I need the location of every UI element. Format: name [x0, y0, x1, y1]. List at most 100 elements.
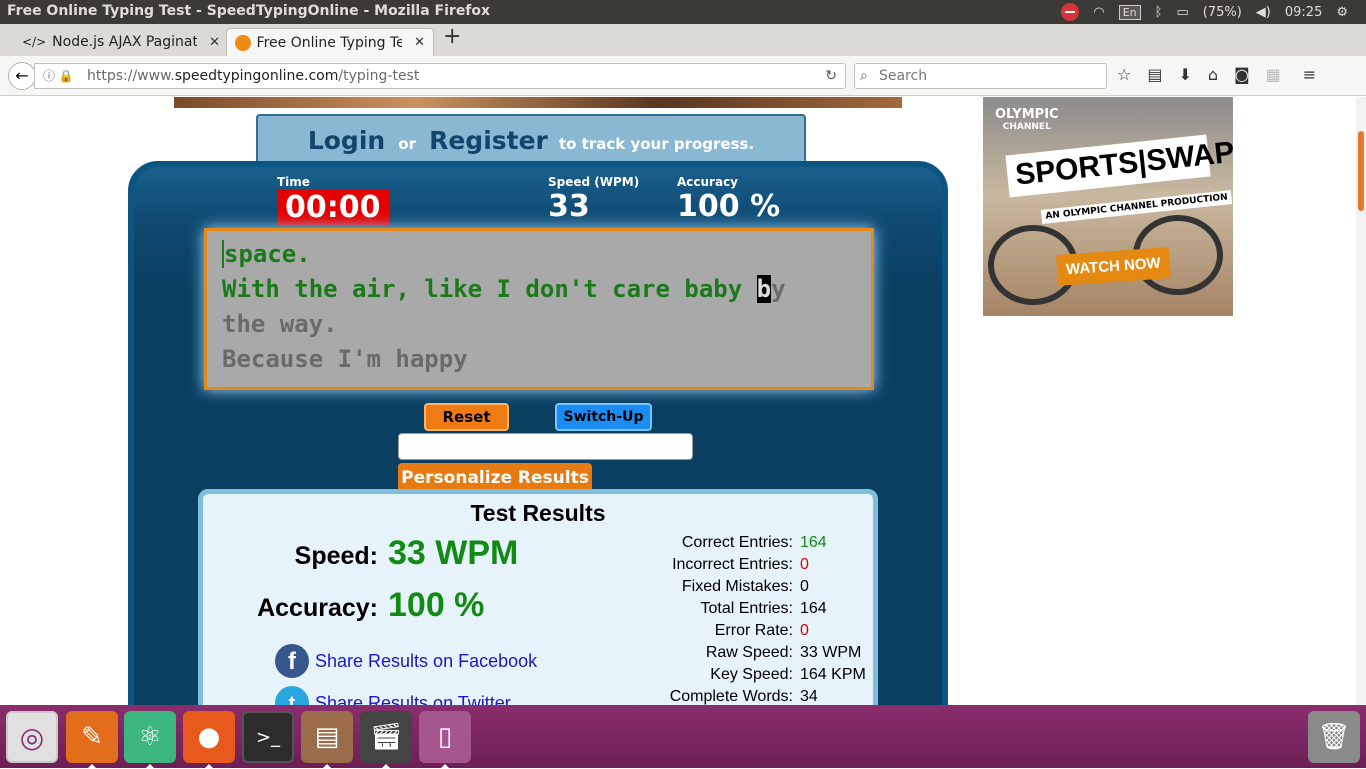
search-placeholder: Search	[879, 68, 928, 84]
current-character: b	[756, 275, 772, 303]
detail-value: 0	[800, 556, 809, 573]
detail-label: Key Speed:	[710, 666, 793, 683]
switch-up-button[interactable]: Switch-Up	[555, 403, 652, 431]
tab-label: Node.js AJAX Paginati	[52, 34, 198, 50]
language-indicator[interactable]: En	[1118, 4, 1141, 20]
bluetooth-icon[interactable]: ᛒ	[1155, 5, 1163, 20]
battery-percent: (75%)	[1202, 4, 1242, 20]
tab-label: Free Online Typing Tes	[256, 34, 403, 51]
files-icon[interactable]: ▤	[301, 711, 353, 769]
scrollbar-thumb[interactable]	[1358, 131, 1364, 211]
new-tab-icon[interactable]: +	[443, 24, 461, 49]
ubuntu-icon[interactable]: ◎	[6, 711, 58, 763]
results-detail-row: Complete Words: 34	[633, 688, 893, 705]
results-detail-row: Correct Entries: 164	[633, 534, 893, 556]
detail-label: Raw Speed:	[705, 644, 793, 661]
results-detail-row: Raw Speed: 33 WPM	[633, 644, 893, 666]
reading-list-icon[interactable]: ▤	[1147, 65, 1162, 84]
ad-brand: OLYMPIC CHANNEL	[995, 107, 1059, 132]
info-lock-icon[interactable]: ⓘ 🔒	[43, 64, 74, 88]
speed-result: Speed: 33 WPM	[203, 534, 519, 582]
accuracy-result-value: 100 %	[388, 586, 485, 624]
speed-result-label: Speed:	[294, 542, 378, 570]
test-results-box: Test Results Speed: 33 WPM Accuracy: 100…	[198, 489, 878, 705]
results-detail-row: Fixed Mistakes: 0	[633, 578, 893, 600]
tab-nodejs[interactable]: </> Node.js AJAX Paginati ✕	[14, 28, 228, 56]
detail-label: Correct Entries:	[681, 534, 793, 551]
url-text: https://www.speedtypingonline.com/typing…	[87, 68, 420, 84]
tab-bar: </> Node.js AJAX Paginati ✕ Free Online …	[0, 24, 1366, 56]
extension-icon[interactable]: ▦	[1266, 65, 1281, 84]
results-detail-row: Incorrect Entries: 0	[633, 556, 893, 578]
facebook-icon: f	[275, 644, 309, 678]
speed-label: Speed (WPM)	[548, 175, 640, 189]
detail-value: 34	[800, 688, 818, 705]
gear-icon[interactable]: ⚙	[1336, 5, 1348, 20]
navigation-bar: ← ⓘ 🔒 https://www.speedtypingonline.com/…	[0, 56, 1366, 96]
share-twitter-link[interactable]: t Share Results on Twitter	[275, 686, 511, 705]
speed-stat: Speed (WPM) 33	[548, 175, 639, 224]
web-page: Login or Register to track your progress…	[0, 97, 1356, 705]
remaining-text: y	[771, 275, 786, 303]
bookmark-star-icon[interactable]: ☆	[1117, 65, 1131, 84]
url-bar[interactable]: ⓘ 🔒 https://www.speedtypingonline.com/ty…	[34, 63, 846, 89]
progress-text: to track your progress.	[558, 135, 755, 153]
register-link[interactable]: Register	[429, 126, 548, 155]
usb-icon[interactable]: ▯	[419, 711, 471, 769]
accuracy-result: Accuracy: 100 %	[203, 586, 484, 634]
login-link[interactable]: Login	[308, 126, 385, 155]
detail-value: 0	[800, 622, 809, 639]
system-tray: ◠ En ᛒ ▭ (75%) ◀) 09:25 ⚙	[1061, 3, 1348, 21]
share-facebook-link[interactable]: f Share Results on Facebook	[275, 644, 537, 678]
accuracy-label: Accuracy	[677, 175, 739, 189]
typed-text: With the air, like I don't care baby	[222, 275, 757, 303]
results-details: Correct Entries: 164 Incorrect Entries: 0 Fi…	[633, 534, 893, 705]
search-input[interactable]: ⌕ Search	[854, 63, 1107, 89]
volume-icon[interactable]: ◀)	[1256, 5, 1271, 20]
detail-value: 0	[800, 578, 809, 595]
battery-icon[interactable]: ▭	[1176, 5, 1188, 20]
tab-typing-test[interactable]: Free Online Typing Tes ✕	[226, 28, 434, 56]
speed-result-value: 33 WPM	[388, 534, 519, 572]
reset-button[interactable]: Reset	[424, 403, 509, 431]
scrollbar[interactable]	[1356, 97, 1366, 705]
search-icon: ⌕	[860, 68, 868, 84]
stop-icon[interactable]	[1061, 3, 1080, 21]
pencil-icon[interactable]: ✎	[66, 711, 118, 769]
typing-panel: Time 00:00 Speed (WPM) 33 Accuracy 100 %…	[128, 161, 948, 705]
back-button[interactable]: ←	[8, 62, 36, 90]
or-text: or	[398, 135, 416, 153]
time-value: 00:00	[277, 190, 389, 225]
video-editor-icon[interactable]: 🎬︎	[360, 711, 412, 769]
launcher-dock: ◎ ✎ ⚛ ● >_ ▤ 🎬︎ ▯ 🗑︎	[0, 705, 1366, 769]
atom-icon[interactable]: ⚛	[124, 711, 176, 769]
pocket-icon[interactable]: ◙	[1234, 65, 1250, 84]
typing-input[interactable]	[398, 433, 693, 460]
trash-icon[interactable]: 🗑︎	[1308, 711, 1360, 763]
ad-headline: SPORTS|SWAP	[1005, 134, 1233, 198]
home-icon[interactable]: ⌂	[1208, 65, 1218, 84]
wifi-icon[interactable]: ◠	[1093, 5, 1104, 20]
site-favicon-icon	[235, 34, 251, 51]
close-icon[interactable]: ✕	[414, 35, 425, 50]
toolbar-icons: ☆ ▤ ⬇ ⌂ ◙ ▦ ≡	[1117, 65, 1316, 84]
accuracy-stat: Accuracy 100 %	[677, 175, 780, 224]
clock[interactable]: 09:25	[1285, 5, 1322, 20]
typing-text-area[interactable]: space. With the air, like I don't care b…	[204, 228, 874, 390]
share-facebook-text: Share Results on Facebook	[315, 650, 538, 671]
menu-icon[interactable]: ≡	[1303, 65, 1316, 84]
sidebar-ad[interactable]: OLYMPIC CHANNEL SPORTS|SWAP AN OLYMPIC CH…	[983, 97, 1233, 316]
terminal-icon[interactable]: >_	[242, 711, 294, 763]
detail-value: 164	[800, 534, 827, 551]
reload-icon[interactable]: ↻	[825, 64, 837, 88]
window-title: Free Online Typing Test - SpeedTypingOnl…	[7, 3, 491, 19]
detail-label: Total Entries:	[700, 600, 793, 617]
time-label: Time	[277, 175, 310, 189]
results-title: Test Results	[470, 500, 606, 526]
banner-ad[interactable]	[174, 97, 902, 108]
ad-production: AN OLYMPIC CHANNEL PRODUCTION	[1040, 190, 1233, 224]
accuracy-value: 100 %	[677, 189, 781, 224]
firefox-icon[interactable]: ●	[183, 711, 235, 769]
close-icon[interactable]: ✕	[209, 35, 220, 50]
download-icon[interactable]: ⬇	[1178, 65, 1191, 84]
